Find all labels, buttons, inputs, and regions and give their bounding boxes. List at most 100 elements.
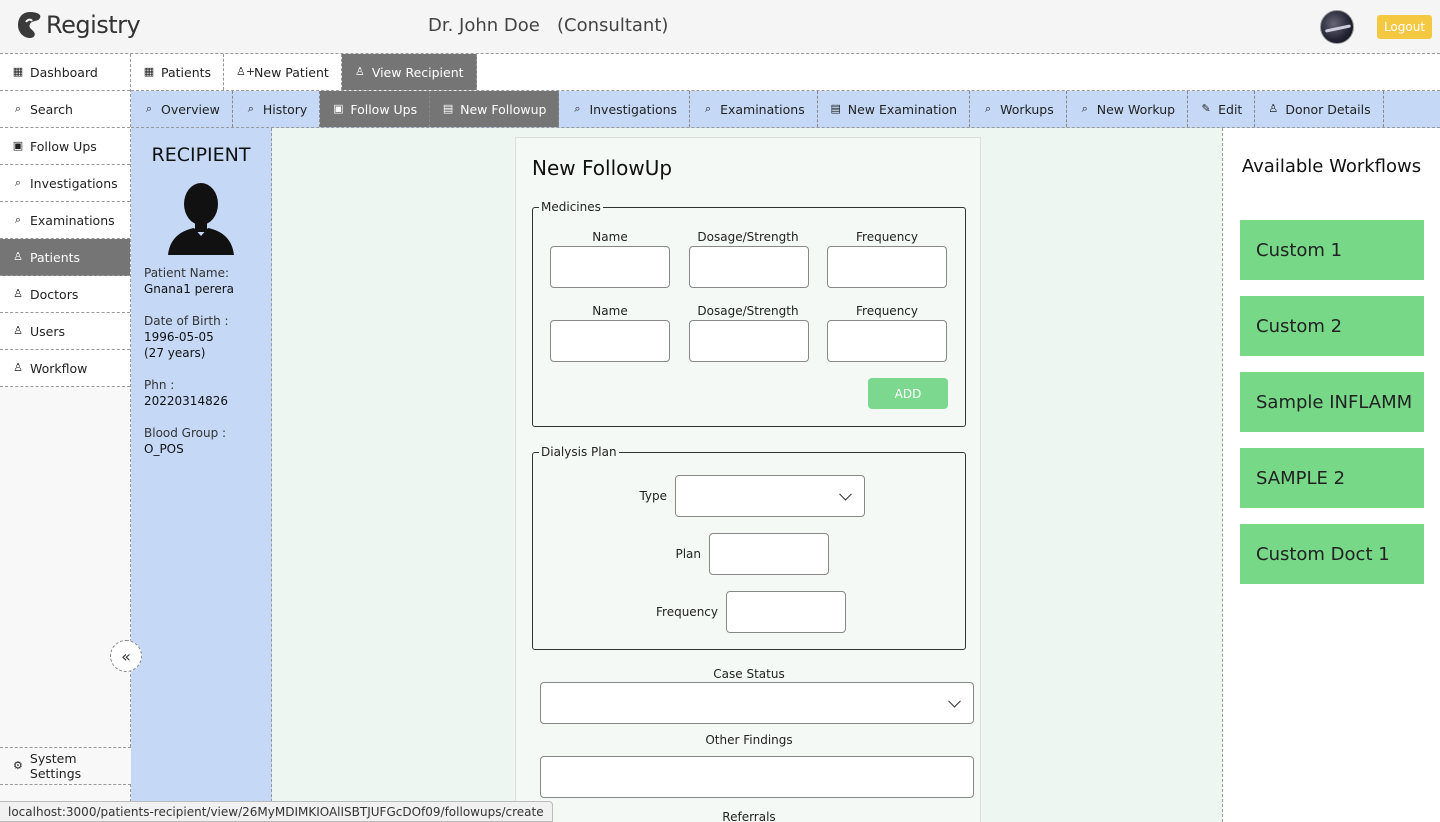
sidebar-item-label: Workflow: [30, 360, 88, 376]
sidebar-item-follow-ups[interactable]: ▣ Follow Ups: [0, 128, 130, 165]
search-icon: ⌕: [145, 102, 153, 115]
dialysis-plan-legend: Dialysis Plan: [541, 445, 617, 459]
add-medicine-button[interactable]: ADD: [868, 378, 948, 409]
sidebar-item-label: Doctors: [30, 286, 79, 302]
subtab-new-workup[interactable]: ⌕ New Workup: [1067, 91, 1189, 127]
dialysis-frequency-input[interactable]: [726, 591, 846, 633]
sidebar: ▦ Dashboard ⌕ Search ▣ Follow Ups ⌕ Investigati…: [0, 54, 131, 822]
medicine-dosage-input[interactable]: [689, 320, 809, 362]
patient-name-field: Patient Name: Gnana1 perera: [131, 265, 271, 297]
chevron-down-icon: [948, 694, 961, 708]
medicine-name-input[interactable]: [550, 246, 670, 288]
user-icon: ♙: [13, 287, 23, 300]
user-icon: ♙: [13, 250, 23, 263]
subtab-overview[interactable]: ⌕ Overview: [131, 91, 233, 127]
workflows-panel: Available Workflows Custom 1 Custom 2 Sa…: [1223, 128, 1440, 822]
dob-value: 1996-05-05: [144, 330, 214, 344]
pencil-icon: ✎: [1201, 102, 1211, 115]
patient-name-value: Gnana1 perera: [144, 282, 235, 296]
user-icon: ♙: [13, 324, 23, 337]
workflow-item[interactable]: Sample INFLAMM: [1240, 372, 1424, 432]
phn-label: Phn :: [144, 378, 175, 392]
medicine-dosage-input[interactable]: [689, 246, 809, 288]
subtab-new-examination[interactable]: ▤ New Examination: [818, 91, 971, 127]
medicine-frequency-input[interactable]: [827, 246, 947, 288]
medicine-name-label: Name: [592, 304, 628, 318]
tab-new-patient[interactable]: ♙+ New Patient: [224, 54, 342, 90]
sidebar-item-search[interactable]: ⌕ Search: [0, 91, 130, 128]
sidebar-item-doctors[interactable]: ♙ Doctors: [0, 276, 130, 313]
dialysis-type-select[interactable]: [675, 475, 865, 517]
subtab-investigations[interactable]: ⌕ Investigations: [559, 91, 691, 127]
sidebar-item-system-settings[interactable]: ⚙ System Settings: [0, 748, 131, 785]
user-avatar[interactable]: [1320, 10, 1354, 44]
tab-view-recipient[interactable]: ♙ View Recipient: [341, 54, 477, 90]
recipient-title: RECIPIENT: [151, 144, 251, 166]
sidebar-item-label: Examinations: [30, 212, 115, 228]
sidebar-item-investigations[interactable]: ⌕ Investigations: [0, 165, 130, 202]
workflow-item[interactable]: Custom 2: [1240, 296, 1424, 356]
subtab-history[interactable]: ⌕ History: [233, 91, 321, 127]
dialysis-plan-input[interactable]: [709, 533, 829, 575]
dashboard-icon: ▦: [143, 65, 155, 78]
subtab-examinations[interactable]: ⌕ Examinations: [690, 91, 818, 127]
tab-patients[interactable]: ▦ Patients: [131, 54, 225, 90]
referrals-label: Referrals: [722, 810, 776, 822]
dialysis-plan-label: Plan: [675, 547, 701, 561]
blood-group-label: Blood Group :: [144, 426, 227, 440]
search-icon: ⌕: [704, 102, 712, 115]
medicine-name-input[interactable]: [550, 320, 670, 362]
subtab-donor-details[interactable]: ♙ Donor Details: [1255, 91, 1384, 127]
secondary-tabs: ⌕ Overview ⌕ History ▣ Follow Ups ▤ New Followu…: [131, 91, 1440, 128]
app-name: Registry: [46, 11, 141, 39]
sidebar-item-workflow[interactable]: ♙ Workflow: [0, 350, 130, 387]
search-icon: ⌕: [574, 102, 581, 115]
sidebar-item-label: Users: [30, 323, 66, 339]
subtab-workups[interactable]: ⌕ Workups: [970, 91, 1067, 127]
search-icon: ⌕: [247, 102, 254, 115]
medicine-dosage-label: Dosage/Strength: [697, 230, 799, 244]
dashboard-icon: ▦: [12, 65, 24, 78]
subtab-edit[interactable]: ✎ Edit: [1188, 91, 1256, 127]
subtab-label: New Workup: [1096, 101, 1176, 117]
workflow-item[interactable]: Custom 1: [1240, 220, 1424, 280]
calendar-icon: ▣: [12, 139, 24, 152]
app-logo[interactable]: Registry: [16, 10, 141, 40]
subtab-follow-ups[interactable]: ▣ Follow Ups: [320, 91, 431, 127]
sidebar-item-dashboard[interactable]: ▦ Dashboard: [0, 54, 130, 91]
sidebar-item-label: Search: [30, 101, 73, 117]
workflow-item[interactable]: Custom Doct 1: [1240, 524, 1424, 584]
collapse-sidebar-button[interactable]: «: [110, 640, 142, 672]
other-findings-textarea[interactable]: [540, 756, 974, 798]
sidebar-item-label: Investigations: [30, 175, 118, 191]
chevron-down-icon: [839, 487, 852, 501]
calendar-icon: ▣: [333, 102, 344, 115]
case-status-select[interactable]: [540, 682, 974, 724]
subtab-new-followup[interactable]: ▤ New Followup: [430, 91, 560, 127]
sidebar-item-users[interactable]: ♙ Users: [0, 313, 130, 350]
document-icon: ▤: [830, 102, 841, 115]
medicine-frequency-input[interactable]: [827, 320, 947, 362]
status-bar-url: localhost:3000/patients-recipient/view/2…: [0, 801, 553, 822]
main-content: New FollowUp Medicines Name Dosage/Stren…: [272, 128, 1223, 822]
search-icon: ⌕: [1081, 102, 1088, 115]
tab-label: Patients: [161, 64, 212, 80]
other-findings-label: Other Findings: [705, 733, 793, 747]
dob-label: Date of Birth :: [144, 314, 229, 328]
logout-button[interactable]: Logout: [1377, 15, 1432, 39]
tab-label: View Recipient: [371, 64, 464, 80]
workflow-item[interactable]: SAMPLE 2: [1240, 448, 1424, 508]
case-status-label: Case Status: [713, 667, 785, 681]
blood-group-field: Blood Group : O_POS: [131, 425, 271, 457]
sidebar-item-examinations[interactable]: ⌕ Examinations: [0, 202, 130, 239]
subtab-label: History: [262, 101, 308, 117]
subtab-label: Overview: [161, 101, 220, 117]
sidebar-item-label: Follow Ups: [30, 138, 97, 154]
dialysis-type-label: Type: [639, 489, 667, 503]
add-user-icon: ♙+: [236, 65, 256, 78]
sidebar-item-patients[interactable]: ♙ Patients: [0, 239, 130, 276]
gear-icon: ⚙: [13, 759, 23, 772]
app-header: Registry Dr. John Doe (Consultant) Logou…: [0, 0, 1440, 54]
primary-tabs: ▦ Patients ♙+ New Patient ♙ View Recipient: [131, 54, 1440, 91]
followup-form: New FollowUp Medicines Name Dosage/Stren…: [515, 137, 981, 822]
